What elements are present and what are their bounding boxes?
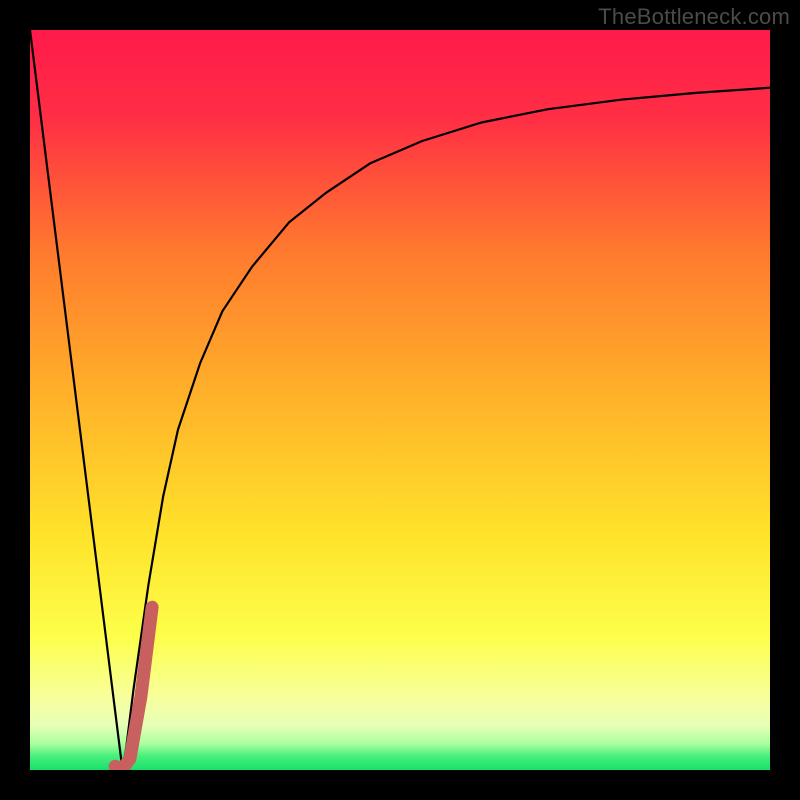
chart-frame: TheBottleneck.com	[0, 0, 800, 800]
watermark-text: TheBottleneck.com	[598, 4, 790, 30]
bottleneck-plot	[30, 30, 770, 770]
